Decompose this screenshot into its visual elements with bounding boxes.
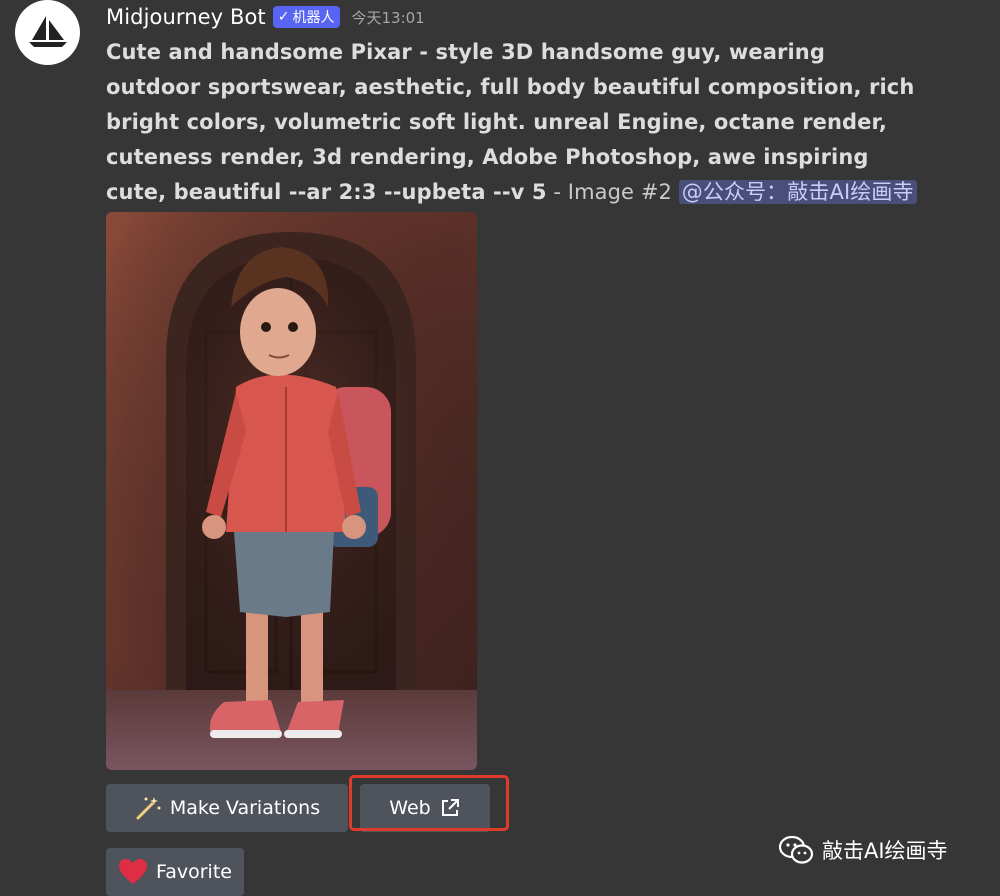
author-name[interactable]: Midjourney Bot [106, 5, 266, 29]
mention-tag[interactable]: @公众号：敲击AI绘画寺 [678, 180, 917, 204]
checkmark-icon: ✓ [277, 9, 290, 25]
heart-icon [119, 859, 148, 884]
watermark-text: 敲击AI绘画寺 [822, 839, 948, 863]
favorite-button[interactable]: Favorite [106, 848, 244, 896]
wechat-icon [778, 835, 814, 864]
message-header: Midjourney Bot ✓ 机器人 今天13:01 [106, 2, 425, 32]
message-timestamp: 今天13:01 [351, 8, 425, 27]
watermark: 敲击AI绘画寺 [778, 835, 948, 865]
bot-badge-label: 机器人 [292, 10, 335, 26]
make-variations-button[interactable]: Make Variations [106, 784, 348, 832]
image-number-label: - Image #2 [546, 180, 679, 204]
message-content: Cute and handsome Pixar - style 3D hands… [106, 35, 921, 210]
make-variations-label: Make Variations [169, 797, 321, 819]
favorite-label: Favorite [156, 861, 232, 883]
character-illustration [106, 212, 477, 770]
bot-badge: ✓ 机器人 [272, 6, 340, 28]
magic-wand-icon [136, 797, 161, 820]
web-button-highlight [349, 775, 509, 831]
generated-image[interactable] [106, 212, 477, 770]
sailboat-logo-icon [28, 15, 67, 47]
bot-avatar[interactable] [15, 0, 80, 65]
